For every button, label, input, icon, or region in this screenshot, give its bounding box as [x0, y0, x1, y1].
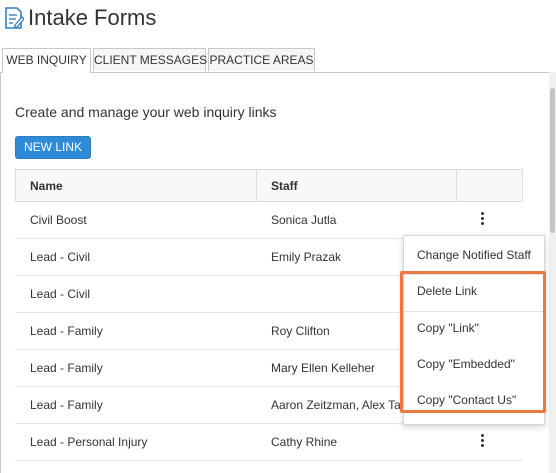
link-name: Lead - Family: [30, 398, 103, 412]
menu-item-change-notified-staff[interactable]: Change Notified Staff: [404, 239, 544, 271]
tab-client-messages[interactable]: CLIENT MESSAGES: [93, 48, 207, 71]
link-name: Civil Boost: [30, 213, 87, 227]
tab-web-inquiry[interactable]: WEB INQUIRY: [2, 48, 91, 73]
form-edit-icon: [5, 7, 24, 29]
menu-item-copy-link[interactable]: Copy "Link": [404, 312, 544, 344]
more-options-icon[interactable]: [475, 433, 489, 451]
column-divider: [456, 170, 457, 201]
table-row[interactable]: Lead - Personal Injury Cathy Rhine: [15, 424, 523, 461]
row-actions-menu: Change Notified Staff Delete Link Copy "…: [403, 235, 545, 425]
more-options-icon[interactable]: [475, 211, 489, 229]
link-name: Lead - Family: [30, 361, 103, 375]
link-staff: Roy Clifton: [271, 324, 330, 338]
tab-bar: WEB INQUIRY CLIENT MESSAGES PRACTICE ARE…: [0, 48, 549, 73]
column-header-name[interactable]: Name: [30, 170, 63, 202]
tab-practice-areas[interactable]: PRACTICE AREAS: [208, 48, 315, 71]
scrollbar-thumb[interactable]: [550, 88, 555, 233]
link-name: Lead - Family: [30, 324, 103, 338]
menu-item-delete-link[interactable]: Delete Link: [404, 275, 544, 307]
new-link-button[interactable]: NEW LINK: [15, 136, 91, 159]
link-staff: Mary Ellen Kelleher: [271, 361, 376, 375]
menu-item-copy-contact-us[interactable]: Copy "Contact Us": [404, 384, 544, 416]
page-description: Create and manage your web inquiry links: [15, 104, 277, 120]
column-divider: [256, 170, 257, 201]
link-name: Lead - Civil: [30, 250, 91, 264]
table-row[interactable]: Civil Boost Sonica Jutla: [15, 202, 523, 239]
link-staff: Emily Prazak: [271, 250, 342, 264]
link-name: Lead - Personal Injury: [30, 435, 148, 449]
link-name: Lead - Civil: [30, 287, 91, 301]
menu-item-copy-embedded[interactable]: Copy "Embedded": [404, 348, 544, 380]
column-header-staff[interactable]: Staff: [271, 170, 298, 202]
link-staff: Sonica Jutla: [271, 213, 337, 227]
page-header: Intake Forms: [0, 0, 556, 36]
table-header: Name Staff: [15, 169, 523, 202]
link-staff: Aaron Zeitzman, Alex Taylor: [271, 398, 401, 412]
page-title: Intake Forms: [28, 5, 157, 30]
link-staff: Cathy Rhine: [271, 435, 338, 449]
